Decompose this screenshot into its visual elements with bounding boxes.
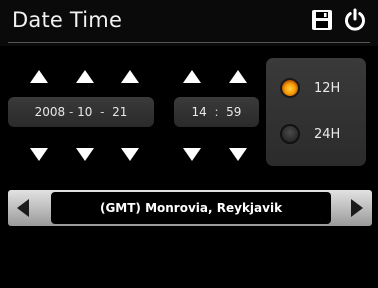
- timezone-value: (GMT) Monrovia, Reykjavik: [51, 192, 331, 224]
- hour-down-arrow[interactable]: [183, 148, 201, 161]
- minute-value: 59: [226, 105, 242, 119]
- date-field[interactable]: 2008 - 10 - 21: [8, 97, 154, 127]
- power-icon[interactable]: [343, 8, 367, 32]
- year-value: 2008: [34, 105, 66, 119]
- timezone-selector: (GMT) Monrovia, Reykjavik: [8, 190, 372, 226]
- month-down-arrow[interactable]: [76, 148, 94, 161]
- chevron-right-icon: [351, 199, 363, 217]
- hour-value: 14: [191, 105, 207, 119]
- minute-down-arrow[interactable]: [229, 148, 247, 161]
- hour-up-arrow[interactable]: [183, 70, 201, 83]
- timezone-next-button[interactable]: [342, 190, 372, 226]
- minute-up-arrow[interactable]: [229, 70, 247, 83]
- day-value: 21: [112, 105, 128, 119]
- format-option-label: 12H: [314, 80, 341, 96]
- save-icon[interactable]: [311, 9, 333, 31]
- title-divider: [8, 42, 370, 43]
- title-bar: Date Time: [0, 0, 378, 46]
- timezone-prev-button[interactable]: [8, 190, 38, 226]
- time-format-panel: 12H 24H: [266, 58, 366, 166]
- radio-selected-icon[interactable]: [280, 78, 300, 98]
- time-field[interactable]: 14 : 59: [174, 97, 259, 127]
- window-title: Date Time: [12, 8, 123, 32]
- format-option-24h[interactable]: 24H: [280, 124, 340, 144]
- day-down-arrow[interactable]: [121, 148, 139, 161]
- year-down-arrow[interactable]: [30, 148, 48, 161]
- chevron-left-icon: [17, 199, 29, 217]
- format-option-12h[interactable]: 12H: [280, 78, 340, 98]
- year-up-arrow[interactable]: [30, 70, 48, 83]
- month-up-arrow[interactable]: [76, 70, 94, 83]
- month-value: 10: [77, 105, 93, 119]
- format-option-label: 24H: [314, 126, 341, 142]
- day-up-arrow[interactable]: [121, 70, 139, 83]
- radio-unselected-icon[interactable]: [280, 124, 300, 144]
